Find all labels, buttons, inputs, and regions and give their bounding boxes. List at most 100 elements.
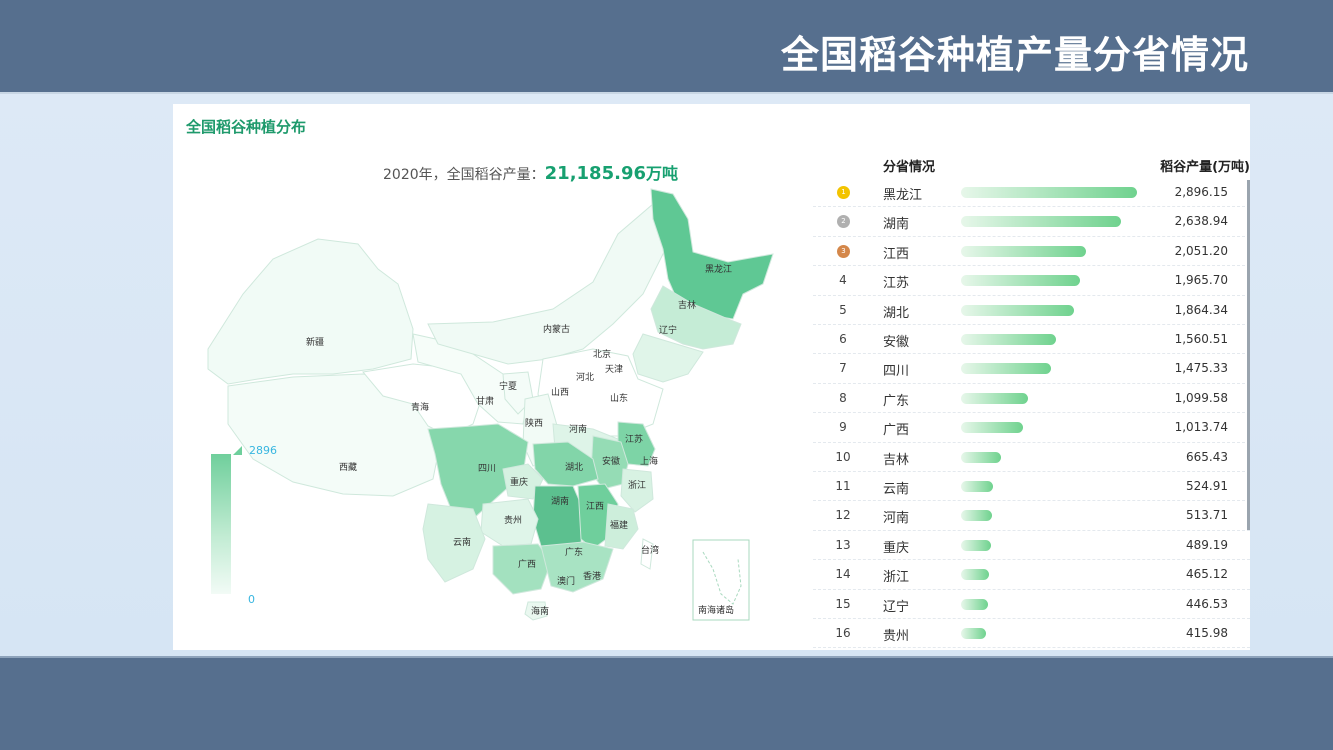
map-label: 新疆 [306, 336, 324, 348]
map-label: 山西 [551, 387, 569, 398]
rank-number: 16 [835, 626, 851, 640]
province-value: 2,051.20 [1174, 243, 1228, 258]
rank-medal-icon: 3 [837, 244, 850, 258]
province-value: 446.53 [1186, 596, 1228, 611]
legend-handle-icon[interactable] [233, 446, 242, 455]
map-label: 台湾 [641, 544, 659, 556]
table-row[interactable]: 12 河南 513.71 [813, 501, 1250, 531]
map-label: 湖北 [565, 462, 583, 473]
value-bar [961, 598, 989, 610]
value-bar [961, 334, 1056, 345]
table-row[interactable]: 5 湖北 1,864.34 [813, 296, 1250, 325]
map-label: 青海 [411, 401, 429, 413]
table-row[interactable]: 1 黑龙江 2,896.15 [813, 178, 1250, 208]
table-row[interactable]: 7 四川 1,475.33 [813, 354, 1250, 384]
ranking-table: 分省情况 稻谷产量(万吨) 1 黑龙江 2,896.15 2 湖南 2,638.94 3 江西… [813, 148, 1250, 650]
map-label: 香港 [583, 570, 601, 582]
table-row[interactable]: 6 安徽 1,560.51 [813, 325, 1250, 355]
province-name: 云南 [883, 482, 910, 497]
value-bar-track [961, 569, 1141, 581]
province-value: 1,013.74 [1174, 420, 1228, 435]
province-name: 吉林 [883, 452, 910, 468]
province-value: 1,475.33 [1174, 361, 1228, 376]
map-label: 四川 [478, 464, 496, 474]
map-label: 广西 [518, 558, 536, 570]
value-bar-track [961, 539, 1141, 551]
value-bar [961, 363, 1051, 375]
province-name: 广东 [883, 393, 910, 409]
province-value: 465.12 [1186, 567, 1228, 582]
dashboard-panel: 全国稻谷种植分布 2020年，全国稻谷产量：21,185.96万吨 黑龙江 吉林… [173, 104, 1250, 650]
table-row[interactable]: 8 广东 1,099.58 [813, 384, 1250, 414]
map-label: 陕西 [525, 417, 543, 429]
value-bar [961, 569, 990, 581]
value-bar [961, 628, 987, 639]
rank-number: 13 [835, 537, 851, 552]
rank-number: 12 [835, 508, 851, 523]
value-bar [961, 510, 993, 522]
province-name: 黑龙江 [883, 188, 923, 203]
value-bar-track [961, 628, 1141, 639]
province-value: 2,638.94 [1174, 214, 1228, 229]
table-row[interactable]: 2 湖南 2,638.94 [813, 207, 1250, 237]
value-bar-track [961, 363, 1141, 375]
province-value: 1,965.70 [1174, 273, 1228, 288]
table-row[interactable]: 9 广西 1,013.74 [813, 413, 1250, 443]
value-bar [961, 187, 1137, 198]
color-legend-bar[interactable] [211, 454, 231, 594]
value-bar [961, 392, 1028, 404]
rank-number: 10 [835, 449, 851, 464]
map-label: 河南 [569, 423, 587, 435]
value-bar-track [961, 510, 1141, 522]
rank-number: 5 [839, 302, 847, 317]
map-label: 辽宁 [659, 324, 677, 336]
rank-number: 9 [839, 420, 847, 435]
map-label: 湖南 [551, 495, 569, 507]
province-name: 浙江 [883, 570, 910, 586]
map-label: 澳门 [557, 575, 575, 587]
value-bar [961, 451, 1002, 463]
table-scrollbar[interactable] [1247, 180, 1250, 530]
table-row[interactable]: 14 浙江 465.12 [813, 560, 1250, 590]
map-label: 西藏 [339, 461, 357, 473]
province-value: 513.71 [1186, 508, 1228, 523]
region-neimenggu[interactable] [427, 198, 674, 365]
region-xinjiang[interactable] [207, 238, 414, 385]
table-row[interactable]: 15 辽宁 446.53 [813, 590, 1250, 619]
province-name: 重庆 [883, 540, 910, 556]
map-label: 海南 [531, 605, 549, 617]
map-label: 广东 [565, 546, 583, 558]
map-label: 重庆 [510, 476, 528, 488]
map-label: 黑龙江 [705, 263, 732, 275]
map-label: 上海 [640, 455, 658, 467]
legend-max: 2896 [249, 444, 277, 457]
value-bar-track [961, 334, 1141, 345]
column-header-value: 稻谷产量(万吨) [1160, 160, 1250, 175]
rank-number: 6 [839, 332, 847, 346]
map-label: 江西 [586, 501, 604, 512]
value-bar [961, 245, 1086, 257]
value-bar-track [961, 422, 1141, 434]
province-name: 湖南 [883, 217, 910, 233]
table-row[interactable]: 3 江西 2,051.20 [813, 237, 1250, 267]
table-row[interactable]: 4 江苏 1,965.70 [813, 266, 1250, 296]
value-bar-track [961, 216, 1141, 228]
value-bar [961, 539, 991, 551]
column-header-province: 分省情况 [883, 160, 936, 175]
province-name: 辽宁 [883, 599, 910, 615]
map-label: 江苏 [625, 433, 643, 445]
rank-number: 14 [835, 567, 851, 582]
map-label: 河北 [576, 371, 594, 383]
map-label: 山东 [610, 392, 628, 404]
table-row[interactable]: 16 贵州 415.98 [813, 619, 1250, 649]
value-bar-track [961, 275, 1141, 287]
slide-title: 全国稻谷种植产量分省情况 [780, 32, 1249, 77]
table-row[interactable]: 13 重庆 489.19 [813, 531, 1250, 561]
table-row[interactable]: 11 云南 524.91 [813, 472, 1250, 502]
value-bar [961, 304, 1075, 316]
table-row[interactable]: 10 吉林 665.43 [813, 443, 1250, 472]
province-name: 安徽 [883, 335, 910, 350]
china-map: 黑龙江 吉林 辽宁 内蒙古 北京 天津 河北 山西 山东 宁夏 甘肃 青海 新疆… [207, 188, 774, 621]
value-bar [961, 422, 1023, 434]
footer-band [0, 658, 1333, 750]
